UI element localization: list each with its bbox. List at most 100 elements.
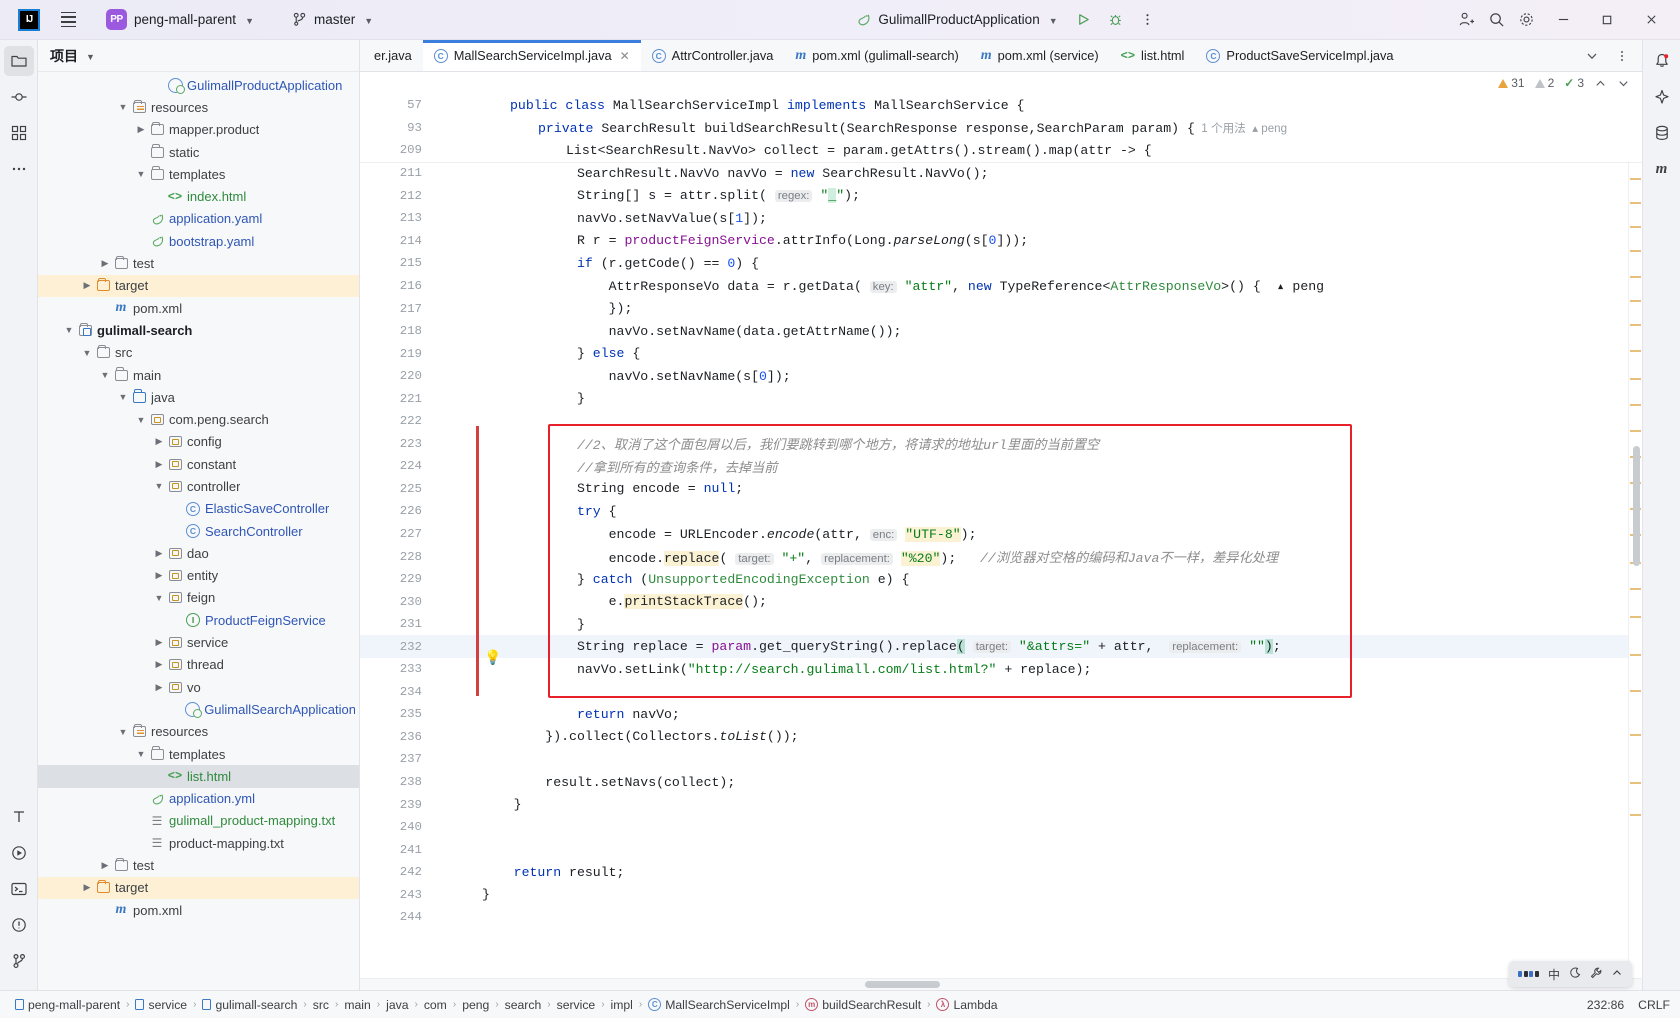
code-line[interactable]: 242 return result; — [360, 861, 1628, 884]
tree-expand-arrow[interactable]: ▶ — [80, 280, 94, 291]
code-line[interactable]: 221 } — [360, 387, 1628, 410]
tree-node-target[interactable]: ▶ target — [38, 274, 359, 297]
line-separator[interactable]: CRLF — [1638, 998, 1670, 1012]
project-tree[interactable]: GulimallProductApplication ▼ resources ▶ map… — [38, 72, 359, 990]
code-line[interactable]: 214 R r = productFeignService.attrInfo(L… — [360, 230, 1628, 253]
tree-node-resources[interactable]: ▼ resources — [38, 721, 359, 743]
tree-node-searchcontroller[interactable]: C SearchController — [38, 520, 359, 542]
code-line[interactable]: 238 result.setNavs(collect); — [360, 771, 1628, 794]
editor-tab-list-html[interactable]: <> list.html — [1110, 40, 1196, 71]
code-line[interactable]: 213 navVo.setNavValue(s[1]); — [360, 207, 1628, 230]
editor-tab-cut-left[interactable]: er.java — [360, 40, 423, 71]
tree-expand-arrow[interactable]: ▶ — [152, 459, 166, 470]
code-line[interactable]: 234 — [360, 681, 1628, 704]
tree-node-target[interactable]: ▶ target — [38, 876, 359, 899]
tree-node-pom-xml[interactable]: m pom.xml — [38, 297, 359, 319]
tree-expand-arrow[interactable]: ▶ — [152, 436, 166, 447]
tree-node-bootstrap-yaml[interactable]: bootstrap.yaml — [38, 230, 359, 252]
next-problem-button[interactable] — [1617, 77, 1630, 90]
tree-node-vo[interactable]: ▶ vo — [38, 676, 359, 698]
ime-indicator[interactable]: 中 — [1509, 961, 1632, 987]
editor-tab-pom-xml-gulimall-search-[interactable]: m pom.xml (gulimall-search) — [784, 40, 969, 71]
tree-node-list-html[interactable]: <> list.html — [38, 765, 359, 788]
code-line[interactable]: 211 SearchResult.NavVo navVo = new Searc… — [360, 162, 1628, 185]
code-line[interactable]: 239 } — [360, 793, 1628, 816]
editor-tab-productsaveserviceimpl-java[interactable]: C ProductSaveServiceImpl.java — [1195, 40, 1404, 71]
add-user-button[interactable] — [1452, 6, 1480, 34]
tree-node-entity[interactable]: ▶ entity — [38, 565, 359, 587]
breadcrumb-item-lambda[interactable]: λ Lambda — [931, 997, 1002, 1013]
tree-expand-arrow[interactable]: ▶ — [134, 124, 148, 135]
ai-assistant-button[interactable] — [1647, 82, 1677, 112]
more-tools-button[interactable] — [4, 154, 34, 184]
notifications-button[interactable] — [1647, 46, 1677, 76]
tree-node-controller[interactable]: ▼ controller — [38, 475, 359, 497]
chevron-down-icon[interactable]: ▼ — [86, 52, 95, 62]
code-line[interactable]: 218 navVo.setNavName(data.getAttrName())… — [360, 320, 1628, 343]
tree-expand-arrow[interactable]: ▶ — [80, 882, 94, 893]
breadcrumb-item-mallsearchserviceimpl[interactable]: C MallSearchServiceImpl — [643, 997, 795, 1013]
code-line[interactable]: 219 } else { — [360, 342, 1628, 365]
code-line[interactable]: 212 String[] s = attr.split( regex: "_")… — [360, 185, 1628, 208]
tree-node-gulimall-product-mapping-txt[interactable]: ☰ gulimall_product-mapping.txt — [38, 810, 359, 832]
tree-node-productfeignservice[interactable]: I ProductFeignService — [38, 609, 359, 631]
structure-tool-button[interactable] — [4, 118, 34, 148]
tree-node-elasticsavecontroller[interactable]: C ElasticSaveController — [38, 498, 359, 520]
code-line[interactable]: 231 } — [360, 613, 1628, 636]
tree-expand-arrow[interactable]: ▼ — [134, 169, 148, 179]
tab-options-button[interactable] — [1608, 42, 1636, 70]
code-line[interactable]: 236 }).collect(Collectors.toList()); — [360, 726, 1628, 749]
maven-button[interactable]: m — [1647, 154, 1677, 184]
editor-tab-pom-xml-service-[interactable]: m pom.xml (service) — [970, 40, 1110, 71]
breadcrumb-item-gulimall-search[interactable]: gulimall-search — [197, 997, 302, 1013]
editor-scroll-area[interactable]: 211 SearchResult.NavVo navVo = new Searc… — [360, 94, 1628, 978]
moon-icon[interactable] — [1569, 966, 1581, 982]
tree-expand-arrow[interactable]: ▼ — [152, 593, 166, 603]
run-button[interactable] — [1070, 6, 1098, 34]
tree-node-templates[interactable]: ▼ templates — [38, 163, 359, 185]
breadcrumb-item-src[interactable]: src — [308, 997, 334, 1013]
breadcrumb-item-java[interactable]: java — [381, 997, 413, 1013]
tree-expand-arrow[interactable]: ▼ — [116, 392, 130, 402]
tree-node-templates[interactable]: ▼ templates — [38, 743, 359, 765]
code-line[interactable]: 226 try { — [360, 500, 1628, 523]
code-line[interactable]: 244 — [360, 906, 1628, 929]
code-line[interactable]: 228 encode.replace( target: "+", replace… — [360, 545, 1628, 568]
tree-node-application-yaml[interactable]: application.yaml — [38, 208, 359, 230]
tree-node-main[interactable]: ▼ main — [38, 364, 359, 386]
code-line[interactable]: 235 return navVo; — [360, 703, 1628, 726]
tree-expand-arrow[interactable]: ▶ — [152, 659, 166, 670]
tree-node-com-peng-search[interactable]: ▼ com.peng.search — [38, 408, 359, 430]
problems-tool-button[interactable] — [4, 910, 34, 940]
tree-node-test[interactable]: ▶ test — [38, 854, 359, 876]
tree-expand-arrow[interactable]: ▶ — [152, 682, 166, 693]
tree-node-product-mapping-txt[interactable]: ☰ product-mapping.txt — [38, 832, 359, 854]
code-line[interactable]: 220 navVo.setNavName(s[0]); — [360, 365, 1628, 388]
error-stripe-markers[interactable] — [1628, 94, 1642, 978]
breadcrumb-item-impl[interactable]: impl — [606, 997, 638, 1013]
prev-problem-button[interactable] — [1594, 77, 1607, 90]
tree-node-gulimallproductapplication[interactable]: GulimallProductApplication — [38, 74, 359, 96]
tree-expand-arrow[interactable]: ▶ — [152, 570, 166, 581]
code-line[interactable]: 240 — [360, 816, 1628, 839]
tree-expand-arrow[interactable]: ▼ — [134, 415, 148, 425]
services-tool-button[interactable] — [4, 838, 34, 868]
code-line[interactable]: 232 💡 String replace = param.get_queryStr… — [360, 635, 1628, 667]
tree-node-test[interactable]: ▶ test — [38, 252, 359, 274]
breadcrumb-item-peng-mall-parent[interactable]: peng-mall-parent — [10, 997, 125, 1013]
tab-list-button[interactable] — [1578, 42, 1606, 70]
search-everywhere-button[interactable] — [1482, 6, 1510, 34]
inspection-widget[interactable]: 31 2 ✓ 3 — [360, 72, 1642, 94]
tree-node-dao[interactable]: ▶ dao — [38, 542, 359, 564]
maximize-button[interactable] — [1586, 1, 1628, 39]
tree-expand-arrow[interactable]: ▼ — [116, 727, 130, 737]
tree-node-service[interactable]: ▶ service — [38, 631, 359, 653]
breadcrumb-item-com[interactable]: com — [419, 997, 452, 1013]
git-tool-button[interactable] — [4, 946, 34, 976]
code-line[interactable]: 225 String encode = null; — [360, 478, 1628, 501]
wrench-icon[interactable] — [1590, 967, 1602, 982]
code-line[interactable]: 223 //2、取消了这个面包屑以后，我们要跳转到哪个地方，将请求的地址url里… — [360, 433, 1628, 456]
breadcrumb-item-buildsearchresult[interactable]: m buildSearchResult — [800, 997, 926, 1013]
breadcrumb-item-main[interactable]: main — [339, 997, 375, 1013]
tree-node-static[interactable]: static — [38, 141, 359, 163]
